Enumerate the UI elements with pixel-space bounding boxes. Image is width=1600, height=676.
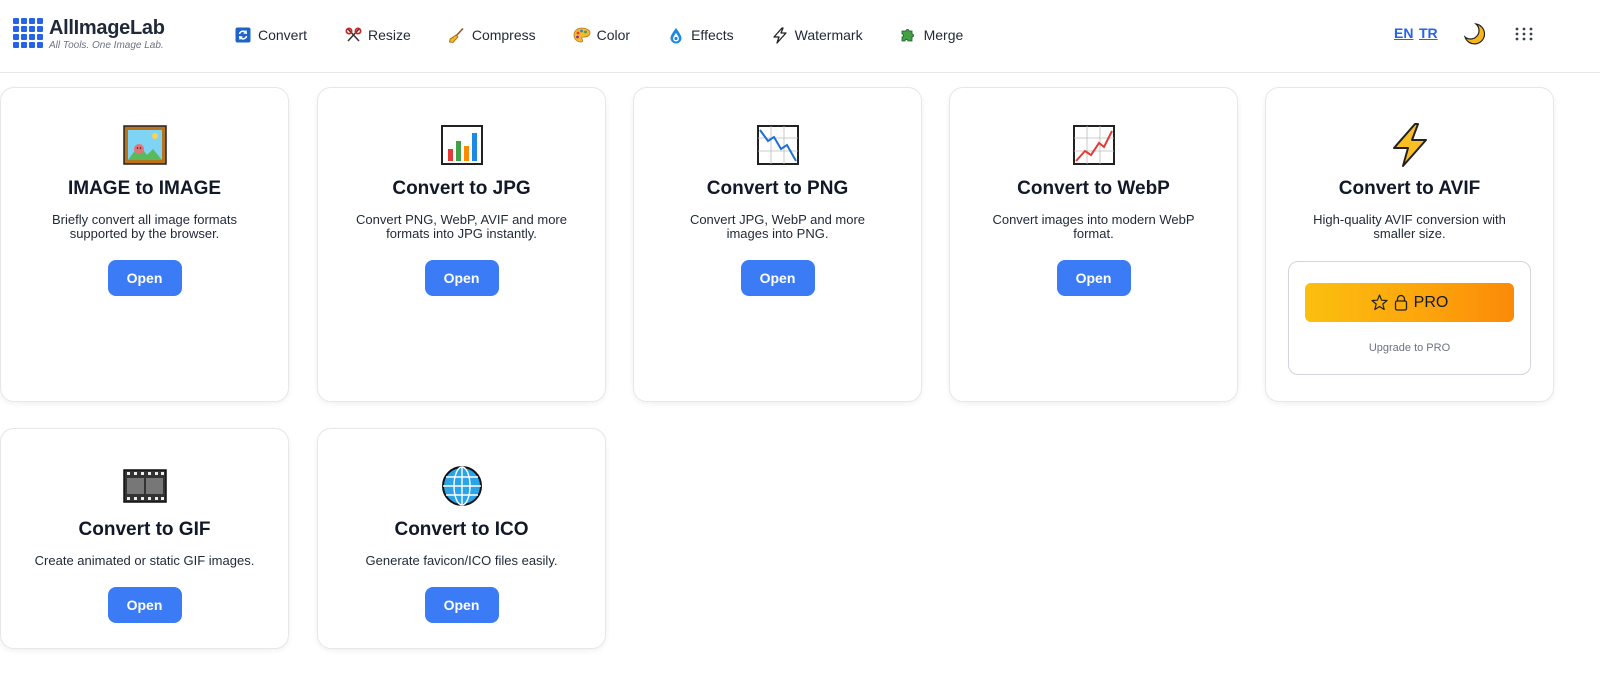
nav-label: Effects xyxy=(691,27,734,43)
card-description: High-quality AVIF conversion with smalle… xyxy=(1313,212,1506,241)
open-button[interactable]: Open xyxy=(107,587,182,623)
star-icon xyxy=(1371,294,1388,311)
main-nav: Convert Resize Compress Color Effects Wa… xyxy=(234,24,1000,46)
moon-icon[interactable] xyxy=(1462,22,1486,46)
chart-increasing-icon xyxy=(1072,123,1116,167)
card-title: Convert to AVIF xyxy=(1338,178,1481,199)
chart-decreasing-icon xyxy=(756,123,800,167)
nav-item-resize[interactable]: Resize xyxy=(344,26,411,44)
framed-picture-icon xyxy=(122,123,167,167)
card-description: Briefly convert all image formats suppor… xyxy=(52,212,237,241)
convert-icon xyxy=(234,26,252,44)
card-title: Convert to WebP xyxy=(1017,178,1170,199)
top-header: AllImageLab All Tools. One Image Lab. Co… xyxy=(0,0,1600,73)
card-description: Convert images into modern WebP format. xyxy=(992,212,1195,241)
lang-tr-link[interactable]: TR xyxy=(1419,25,1438,41)
nav-label: Color xyxy=(596,27,631,43)
upgrade-note: Upgrade to PRO xyxy=(1368,342,1451,354)
open-button[interactable]: Open xyxy=(107,260,182,296)
card-description: Generate favicon/ICO files easily. xyxy=(365,553,558,568)
broom-icon xyxy=(448,26,466,44)
card-title: Convert to ICO xyxy=(394,519,529,540)
tool-card-convert-to-ico: Convert to ICO Generate favicon/ICO file… xyxy=(317,428,606,649)
pro-upgrade-box: PRO Upgrade to PRO xyxy=(1288,261,1531,375)
tool-card-convert-to-gif: Convert to GIF Create animated or static… xyxy=(0,428,289,649)
brand-tagline: All Tools. One Image Lab. xyxy=(49,40,164,51)
drop-icon xyxy=(667,26,685,44)
lang-en-link[interactable]: EN xyxy=(1394,25,1413,41)
nav-item-compress[interactable]: Compress xyxy=(448,26,536,44)
open-button[interactable]: Open xyxy=(1056,260,1131,296)
nav-label: Compress xyxy=(471,27,536,43)
nav-label: Convert xyxy=(258,27,308,43)
tool-card-convert-to-webp: Convert to WebP Convert images into mode… xyxy=(949,87,1238,402)
open-button[interactable]: Open xyxy=(424,260,499,296)
nav-label: Merge xyxy=(923,27,964,43)
palette-icon xyxy=(573,26,591,44)
pro-button[interactable]: PRO xyxy=(1305,283,1514,322)
logo[interactable]: AllImageLab All Tools. One Image Lab. xyxy=(13,17,165,51)
card-title: Convert to PNG xyxy=(706,178,849,199)
nav-item-color[interactable]: Color xyxy=(573,26,630,44)
card-description: Convert PNG, WebP, AVIF and more formats… xyxy=(356,212,567,241)
open-button[interactable]: Open xyxy=(740,260,815,296)
apps-grid-icon[interactable] xyxy=(1513,24,1535,44)
card-title: Convert to JPG xyxy=(392,178,531,199)
brand-name: AllImageLab xyxy=(49,17,165,39)
logo-grid-icon xyxy=(13,18,43,48)
nav-label: Watermark xyxy=(794,27,863,43)
nav-item-effects[interactable]: Effects xyxy=(667,26,734,44)
card-description: Create animated or static GIF images. xyxy=(34,553,255,568)
tool-card-convert-to-jpg: Convert to JPG Convert PNG, WebP, AVIF a… xyxy=(317,87,606,402)
tool-card-convert-to-png: Convert to PNG Convert JPG, WebP and mor… xyxy=(633,87,922,402)
globe-icon xyxy=(440,464,484,508)
lock-icon xyxy=(1394,294,1408,311)
nav-item-watermark[interactable]: Watermark xyxy=(771,26,863,44)
scissors-icon xyxy=(344,26,362,44)
film-frames-icon xyxy=(122,464,167,508)
open-button[interactable]: Open xyxy=(424,587,499,623)
nav-label: Resize xyxy=(368,27,411,43)
card-title: Convert to GIF xyxy=(78,519,211,540)
nav-item-merge[interactable]: Merge xyxy=(900,26,964,44)
card-description: Convert JPG, WebP and more images into P… xyxy=(689,212,866,241)
nav-item-convert[interactable]: Convert xyxy=(234,26,307,44)
tool-card-convert-to-avif: Convert to AVIF High-quality AVIF conver… xyxy=(1265,87,1554,402)
high-voltage-icon xyxy=(1388,123,1432,167)
bar-chart-icon xyxy=(440,123,484,167)
card-title: IMAGE to IMAGE xyxy=(67,178,222,199)
lightning-icon xyxy=(771,26,789,44)
puzzle-icon xyxy=(900,26,918,44)
pro-label: PRO xyxy=(1413,293,1449,311)
tool-card-image-to-image: IMAGE to IMAGE Briefly convert all image… xyxy=(0,87,289,402)
